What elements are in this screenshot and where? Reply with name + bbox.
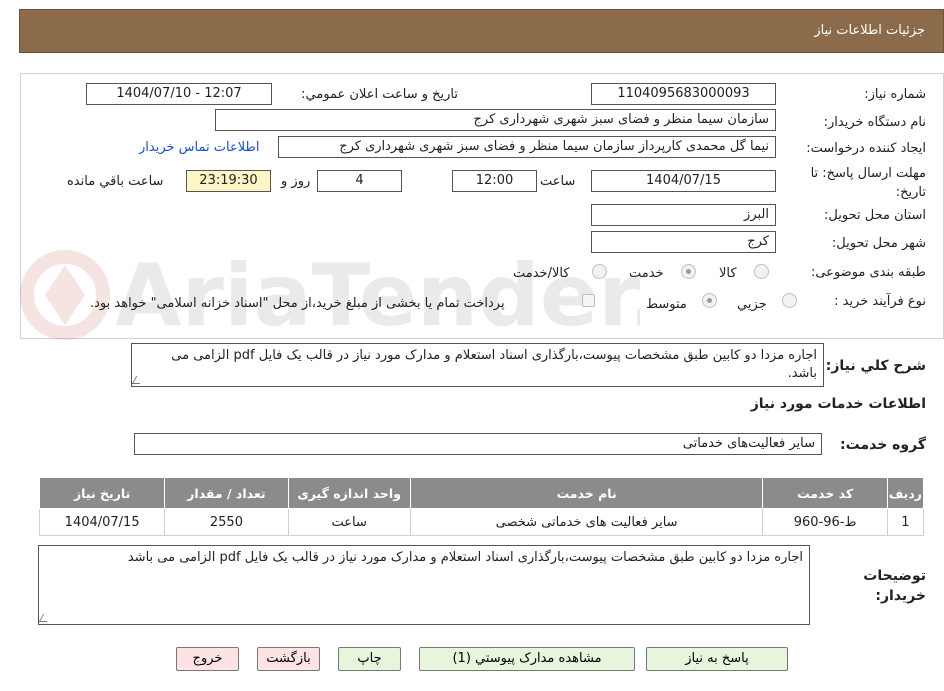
buyer-notes-label: توضيحات خريدار: [863, 568, 926, 604]
service-group-field[interactable]: سایر فعالیت‌های خدماتی [134, 433, 822, 455]
cell-quantity: 2550 [164, 508, 289, 536]
category-label: طبقه بندی موضوعی: [810, 265, 926, 280]
purchase-partial-label: جزيي [737, 297, 767, 312]
ariatender-watermark-logo: AriaTender.neT [20, 246, 640, 346]
service-group-label: گروه خدمت: [840, 437, 926, 453]
province-label: استان محل تحويل: [824, 208, 926, 223]
cell-service-code: ط-96-960 [762, 508, 888, 536]
purchase-medium-label: متوسط [646, 297, 687, 312]
col-service-name: نام خدمت [409, 477, 764, 509]
col-need-date: تاريخ نياز [38, 477, 166, 509]
page-title: جزئیات اطلاعات نیاز [814, 23, 925, 38]
remaining-time-label: ساعت باقي مانده [67, 174, 164, 189]
cell-row: 1 [886, 508, 925, 536]
summary-textarea[interactable]: اجاره مزدا دو کابین طبق مشخصات پیوست،بار… [131, 343, 824, 387]
days-field[interactable]: 4 [317, 170, 402, 192]
category-goods-service-radio[interactable] [592, 264, 607, 279]
col-service-code: كد خدمت [762, 477, 888, 509]
purchase-partial-radio[interactable] [782, 293, 797, 308]
col-unit: واحد اندازه گيری [287, 477, 411, 509]
purchase-type-label: نوع فرآيند خريد : [834, 294, 926, 309]
table-row[interactable]: 1 ط-96-960 سایر فعالیت های خدماتی شخصی س… [38, 508, 925, 536]
province-field[interactable]: البرز [591, 204, 776, 226]
col-row: رديف [886, 477, 925, 509]
deadline-label: مهلت ارسال پاسخ: تا تاریخ: [810, 166, 926, 200]
purchase-medium-radio[interactable] [702, 293, 717, 308]
category-goods-service-label: كالا/خدمت [513, 266, 570, 281]
category-service-label: خدمت [629, 266, 664, 281]
col-quantity: تعداد / مقدار [164, 477, 289, 509]
services-section-title: اطلاعات خدمات مورد نياز [750, 396, 926, 412]
cell-unit: ساعت [287, 508, 411, 536]
buyer-contact-link[interactable]: اطلاعات تماس خريدار [139, 140, 259, 155]
print-button[interactable]: چاپ [338, 647, 401, 671]
deadline-date-field[interactable]: 1404/07/15 [591, 170, 776, 192]
buyer-org-field[interactable]: سازمان سیما منظر و فضای سبز شهری شهرداری… [215, 109, 776, 131]
need-number-label: شماره نیاز: [864, 87, 926, 102]
announce-date-label: تاریخ و ساعت اعلان عمومي: [301, 87, 458, 102]
need-number-field[interactable]: 1104095683000093 [591, 83, 776, 105]
buyer-notes-text: اجاره مزدا دو کابین طبق مشخصات پیوست،بار… [127, 550, 803, 565]
table-header-row: رديف كد خدمت نام خدمت واحد اندازه گيری ت… [38, 477, 925, 509]
services-table: رديف كد خدمت نام خدمت واحد اندازه گيری ت… [38, 477, 925, 536]
reply-button[interactable]: پاسخ به نياز [646, 647, 788, 671]
view-attachments-button[interactable]: مشاهده مدارک پيوستي (1) [419, 647, 635, 671]
category-goods-radio[interactable] [754, 264, 769, 279]
summary-label: شرح كلي نياز: [825, 358, 926, 374]
city-label: شهر محل تحويل: [831, 236, 926, 251]
category-goods-label: كالا [719, 266, 737, 281]
deadline-time-field[interactable]: 12:00 [452, 170, 537, 192]
city-field[interactable]: کرج [591, 231, 776, 253]
buyer-notes-textarea[interactable]: اجاره مزدا دو کابین طبق مشخصات پیوست،بار… [38, 545, 810, 625]
header-bar: جزئیات اطلاعات نیاز [19, 9, 944, 53]
resize-grip-icon[interactable] [39, 614, 52, 622]
announce-date-field[interactable]: 1404/07/10 - 12:07 [86, 83, 272, 105]
requester-label: ايجاد كننده درخواست: [806, 141, 926, 156]
remaining-time-field[interactable]: 23:19:30 [186, 170, 271, 192]
cell-need-date: 1404/07/15 [38, 508, 166, 536]
treasury-payment-note: پرداخت تمام يا بخشی از مبلغ خريد،از محل … [90, 296, 505, 311]
deadline-time-label: ساعت [540, 174, 576, 189]
summary-text: اجاره مزدا دو کابین طبق مشخصات پیوست،بار… [171, 348, 817, 381]
category-service-radio[interactable] [681, 264, 696, 279]
requester-field[interactable]: نیما گل محمدی کارپرداز سازمان سیما منظر … [278, 136, 776, 158]
back-button[interactable]: بازگشت [257, 647, 320, 671]
resize-grip-icon[interactable] [132, 376, 145, 384]
exit-button[interactable]: خروج [176, 647, 239, 671]
treasury-payment-checkbox[interactable] [582, 294, 595, 307]
buyer-org-label: نام دستگاه خريدار: [823, 115, 926, 130]
cell-service-name: سایر فعالیت های خدماتی شخصی [409, 508, 764, 536]
days-label: روز و [281, 174, 311, 189]
